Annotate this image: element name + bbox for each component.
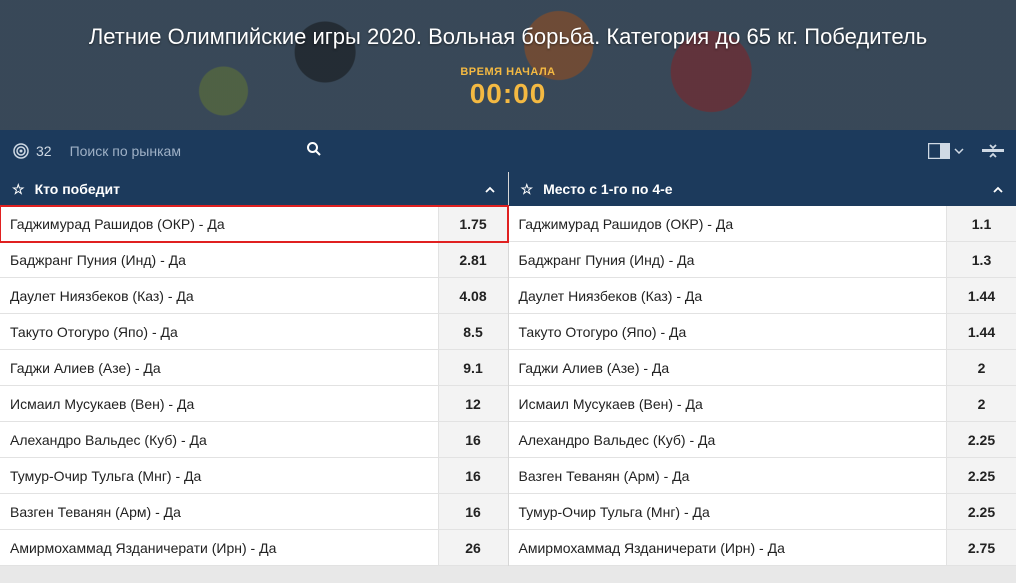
odds-row[interactable]: Алехандро Вальдес (Куб) - Да2.25 [509, 422, 1016, 458]
odds-button[interactable]: 2.25 [946, 458, 1016, 493]
odds-button[interactable]: 16 [438, 422, 508, 457]
selection-name: Тумур-Очир Тульга (Мнг) - Да [0, 468, 438, 484]
odds-button[interactable]: 2.81 [438, 242, 508, 277]
start-time-value: 00:00 [470, 78, 547, 110]
star-icon[interactable]: ☆ [12, 181, 25, 198]
selection-name: Такуто Отогуро (Япо) - Да [0, 324, 438, 340]
odds-row[interactable]: Алехандро Вальдес (Куб) - Да16 [0, 422, 508, 458]
search-wrap [66, 137, 326, 166]
odds-button[interactable]: 9.1 [438, 350, 508, 385]
odds-row[interactable]: Гаджимурад Рашидов (ОКР) - Да1.75 [0, 206, 508, 242]
odds-button[interactable]: 8.5 [438, 314, 508, 349]
odds-row[interactable]: Исмаил Мусукаев (Вен) - Да2 [509, 386, 1016, 422]
odds-row[interactable]: Гаджи Алиев (Азе) - Да9.1 [0, 350, 508, 386]
odds-button[interactable]: 16 [438, 494, 508, 529]
odds-row[interactable]: Гаджимурад Рашидов (ОКР) - Да1.1 [509, 206, 1016, 242]
odds-row[interactable]: Гаджи Алиев (Азе) - Да2 [509, 350, 1016, 386]
odds-row[interactable]: Даулет Ниязбеков (Каз) - Да4.08 [0, 278, 508, 314]
selection-name: Баджранг Пуния (Инд) - Да [0, 252, 438, 268]
markets-container: ☆ Кто победит Гаджимурад Рашидов (ОКР) - Д… [0, 172, 1016, 566]
odds-row[interactable]: Вазген Теванян (Арм) - Да16 [0, 494, 508, 530]
odds-row[interactable]: Тумур-Очир Тульга (Мнг) - Да2.25 [509, 494, 1016, 530]
odds-row[interactable]: Такуто Отогуро (Япо) - Да8.5 [0, 314, 508, 350]
search-button[interactable] [302, 137, 326, 166]
search-icon [306, 144, 322, 161]
odds-row[interactable]: Даулет Ниязбеков (Каз) - Да1.44 [509, 278, 1016, 314]
odds-button[interactable]: 12 [438, 386, 508, 421]
layout-toggle-button[interactable] [928, 143, 964, 159]
odds-button[interactable]: 2.75 [946, 530, 1016, 565]
odds-button[interactable]: 2 [946, 350, 1016, 385]
toolbar-right [928, 143, 1004, 159]
collapse-all-button[interactable] [982, 143, 1004, 159]
odds-row[interactable]: Баджранг Пуния (Инд) - Да2.81 [0, 242, 508, 278]
selection-name: Амирмохаммад Язданичерати (Ирн) - Да [509, 540, 947, 556]
odds-row[interactable]: Вазген Теванян (Арм) - Да2.25 [509, 458, 1016, 494]
selection-name: Даулет Ниязбеков (Каз) - Да [0, 288, 438, 304]
selection-name: Исмаил Мусукаев (Вен) - Да [509, 396, 947, 412]
odds-row[interactable]: Амирмохаммад Язданичерати (Ирн) - Да26 [0, 530, 508, 566]
selection-name: Вазген Теванян (Арм) - Да [0, 504, 438, 520]
markets-toolbar: 32 [0, 130, 1016, 172]
selection-name: Вазген Теванян (Арм) - Да [509, 468, 947, 484]
odds-button[interactable]: 1.44 [946, 314, 1016, 349]
event-title: Летние Олимпийские игры 2020. Вольная бо… [89, 24, 927, 50]
selection-name: Тумур-Очир Тульга (Мнг) - Да [509, 504, 947, 520]
odds-button[interactable]: 1.1 [946, 206, 1016, 241]
odds-button[interactable]: 2 [946, 386, 1016, 421]
odds-button[interactable]: 26 [438, 530, 508, 565]
odds-button[interactable]: 4.08 [438, 278, 508, 313]
target-icon [12, 142, 30, 160]
chevron-up-icon[interactable] [484, 181, 496, 197]
odds-button[interactable]: 2.25 [946, 422, 1016, 457]
odds-button[interactable]: 2.25 [946, 494, 1016, 529]
market-title: Место с 1-го по 4-е [543, 181, 982, 197]
selection-name: Алехандро Вальдес (Куб) - Да [0, 432, 438, 448]
search-input[interactable] [66, 137, 302, 165]
odds-button[interactable]: 1.75 [438, 206, 508, 241]
selection-name: Такуто Отогуро (Япо) - Да [509, 324, 947, 340]
market-header[interactable]: ☆ Место с 1-го по 4-е [509, 172, 1016, 206]
selection-name: Гаджи Алиев (Азе) - Да [0, 360, 438, 376]
odds-row[interactable]: Исмаил Мусукаев (Вен) - Да12 [0, 386, 508, 422]
odds-button[interactable]: 1.3 [946, 242, 1016, 277]
odds-row[interactable]: Такуто Отогуро (Япо) - Да1.44 [509, 314, 1016, 350]
columns-icon [928, 143, 950, 159]
chevron-down-icon [954, 148, 964, 154]
market-count: 32 [12, 142, 52, 160]
market-title: Кто победит [35, 181, 474, 197]
odds-row[interactable]: Амирмохаммад Язданичерати (Ирн) - Да2.75 [509, 530, 1016, 566]
selection-name: Гаджи Алиев (Азе) - Да [509, 360, 947, 376]
odds-row[interactable]: Баджранг Пуния (Инд) - Да1.3 [509, 242, 1016, 278]
selection-name: Амирмохаммад Язданичерати (Ирн) - Да [0, 540, 438, 556]
selection-name: Алехандро Вальдес (Куб) - Да [509, 432, 947, 448]
odds-button[interactable]: 1.44 [946, 278, 1016, 313]
market-count-value: 32 [36, 143, 52, 159]
market-header[interactable]: ☆ Кто победит [0, 172, 508, 206]
market-column: ☆ Место с 1-го по 4-е Гаджимурад Рашидов (… [509, 172, 1016, 566]
chevron-up-icon[interactable] [992, 181, 1004, 197]
odds-row[interactable]: Тумур-Очир Тульга (Мнг) - Да16 [0, 458, 508, 494]
selection-name: Даулет Ниязбеков (Каз) - Да [509, 288, 947, 304]
collapse-icon [982, 143, 1004, 159]
selection-name: Гаджимурад Рашидов (ОКР) - Да [509, 216, 947, 232]
selection-name: Исмаил Мусукаев (Вен) - Да [0, 396, 438, 412]
selection-name: Баджранг Пуния (Инд) - Да [509, 252, 947, 268]
event-hero: Летние Олимпийские игры 2020. Вольная бо… [0, 0, 1016, 130]
selection-name: Гаджимурад Рашидов (ОКР) - Да [0, 216, 438, 232]
odds-button[interactable]: 16 [438, 458, 508, 493]
start-time-label: ВРЕМЯ НАЧАЛА [460, 66, 555, 78]
star-icon[interactable]: ☆ [521, 181, 534, 198]
market-column: ☆ Кто победит Гаджимурад Рашидов (ОКР) - Д… [0, 172, 509, 566]
